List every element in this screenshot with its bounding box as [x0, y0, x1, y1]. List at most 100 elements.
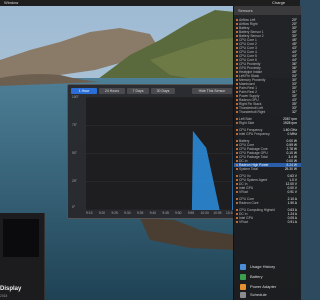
sensor-color-dot [235, 63, 238, 65]
sensor-color-dot [235, 213, 238, 215]
sensor-value: 0.91 V [287, 190, 297, 194]
sensor-color-dot [235, 75, 238, 77]
sensor-color-dot [235, 198, 238, 200]
x-tick-label: 9:35 [136, 211, 144, 215]
sensor-color-dot [235, 59, 238, 61]
sensor-color-dot [235, 35, 238, 37]
x-tick-label: 9:20 [98, 211, 106, 215]
sensor-label: Thunderbolt Right [239, 110, 266, 114]
sensor-label: VRoot [239, 220, 249, 224]
sensor-row[interactable]: Radeon Core 1.90 A [234, 201, 301, 205]
tab-24-hours[interactable]: 24 Hours [99, 88, 125, 94]
sensor-color-dot [235, 118, 238, 120]
schedule-icon [240, 292, 246, 298]
sensor-color-dot [235, 47, 238, 49]
x-tick-label: 9:40 [149, 211, 157, 215]
sensor-color-dot [235, 175, 238, 177]
sensor-color-dot [235, 209, 238, 211]
menu-usage-history[interactable]: Usage History [237, 262, 300, 272]
sensor-color-dot [235, 103, 238, 105]
tab-1-hour[interactable]: 1 Hour [71, 88, 97, 94]
sensor-panel-header: Sensors [234, 6, 301, 15]
sensor-row[interactable]: System Total 25.30 W [234, 167, 301, 171]
sensor-color-dot [235, 51, 238, 53]
sensor-color-dot [235, 67, 238, 69]
menu-battery[interactable]: Battery [237, 272, 300, 282]
sensor-label: Intel GPU Frequency [239, 132, 270, 136]
display-title: Display [0, 286, 22, 292]
sensor-color-dot [235, 43, 238, 45]
y-tick-label: 100° [72, 95, 79, 99]
x-tick-label: 9:55 [187, 211, 195, 215]
y-tick-label: 50° [72, 151, 77, 155]
hide-sensor-button[interactable]: Hide This Sensor [192, 88, 232, 94]
temperature-area [86, 130, 233, 210]
sensor-color-dot [235, 164, 238, 166]
sensor-row[interactable]: Intel GPU Frequency 0 MHz [234, 132, 301, 136]
sensor-color-dot [235, 156, 238, 158]
sensor-color-dot [235, 55, 238, 57]
display-preview [3, 219, 39, 257]
sensor-color-dot [235, 79, 238, 81]
sensor-color-dot [235, 133, 238, 135]
sensor-color-dot [235, 202, 238, 204]
x-tick-label: 10:00 [200, 211, 209, 215]
y-tick-label: 75° [72, 123, 77, 127]
sensor-color-dot [235, 221, 238, 223]
sensor-color-dot [235, 168, 238, 170]
menu-label: Battery [250, 274, 263, 279]
sensor-color-dot [235, 31, 238, 33]
x-tick-label: 9:15 [86, 211, 93, 215]
sensor-value: 25.30 W [284, 167, 297, 171]
menu-schedule[interactable]: Schedule [237, 290, 300, 300]
sensor-color-dot [235, 122, 238, 124]
sensor-label: Radeon Core [239, 201, 259, 205]
x-tick-label: 9:30 [124, 211, 131, 215]
sensor-color-dot [235, 19, 238, 21]
x-tick-label: 10:05 [213, 211, 222, 215]
sensor-color-dot [235, 148, 238, 150]
sensor-history-window: 1 Hour 24 Hours 7 Days 30 Days Hide This… [67, 84, 237, 219]
sensor-color-dot [235, 144, 238, 146]
sensor-color-dot [235, 140, 238, 142]
sensor-row[interactable]: Thunderbolt Right 32° [234, 110, 301, 114]
sensor-row[interactable]: Right Side 1928 rpm [234, 121, 301, 125]
sensor-color-dot [235, 191, 238, 193]
sensor-value: 1.90 A [287, 201, 297, 205]
y-tick-label: 25° [72, 179, 77, 183]
sensor-value: 1928 rpm [283, 121, 297, 125]
sensor-row[interactable]: VRoot 0.91 A [234, 220, 301, 224]
menubar-left[interactable]: Window [4, 0, 18, 6]
tab-7-days[interactable]: 7 Days [127, 88, 149, 94]
sensor-color-dot [235, 91, 238, 93]
sensor-value: 0 MHz [287, 132, 297, 136]
x-tick-label: 9:50 [175, 211, 182, 215]
y-tick-label: 0° [72, 205, 76, 209]
temperature-chart [86, 96, 233, 211]
sensor-color-dot [235, 95, 238, 97]
sensor-color-dot [235, 179, 238, 181]
battery-icon [240, 274, 246, 280]
sensor-row[interactable]: VRoot 0.91 V [234, 190, 301, 194]
sensor-color-dot [235, 187, 238, 189]
sensor-panel: Sensors Airflow Left 20° Airflow Right 20° B… [233, 6, 301, 300]
sensor-color-dot [235, 71, 238, 73]
sensor-color-dot [235, 83, 238, 85]
menu-label: Schedule [250, 292, 267, 297]
tab-30-days[interactable]: 30 Days [151, 88, 175, 94]
sensor-color-dot [235, 111, 238, 113]
sensor-label: System Total [239, 167, 258, 171]
menu-label: Usage History [250, 264, 276, 269]
sensor-label: Right Side [239, 121, 255, 125]
x-tick-label: 9:45 [162, 211, 169, 215]
sensor-color-dot [235, 129, 238, 131]
sensor-color-dot [235, 183, 238, 185]
sensor-label: VRoot [239, 190, 249, 194]
sensor-value: 0.91 A [287, 220, 297, 224]
sensor-color-dot [235, 99, 238, 101]
x-tick-label: 9:25 [111, 211, 118, 215]
sensor-color-dot [235, 87, 238, 89]
sensor-color-dot [235, 107, 238, 109]
sensor-value: 32° [292, 110, 297, 114]
sensor-color-dot [235, 39, 238, 41]
